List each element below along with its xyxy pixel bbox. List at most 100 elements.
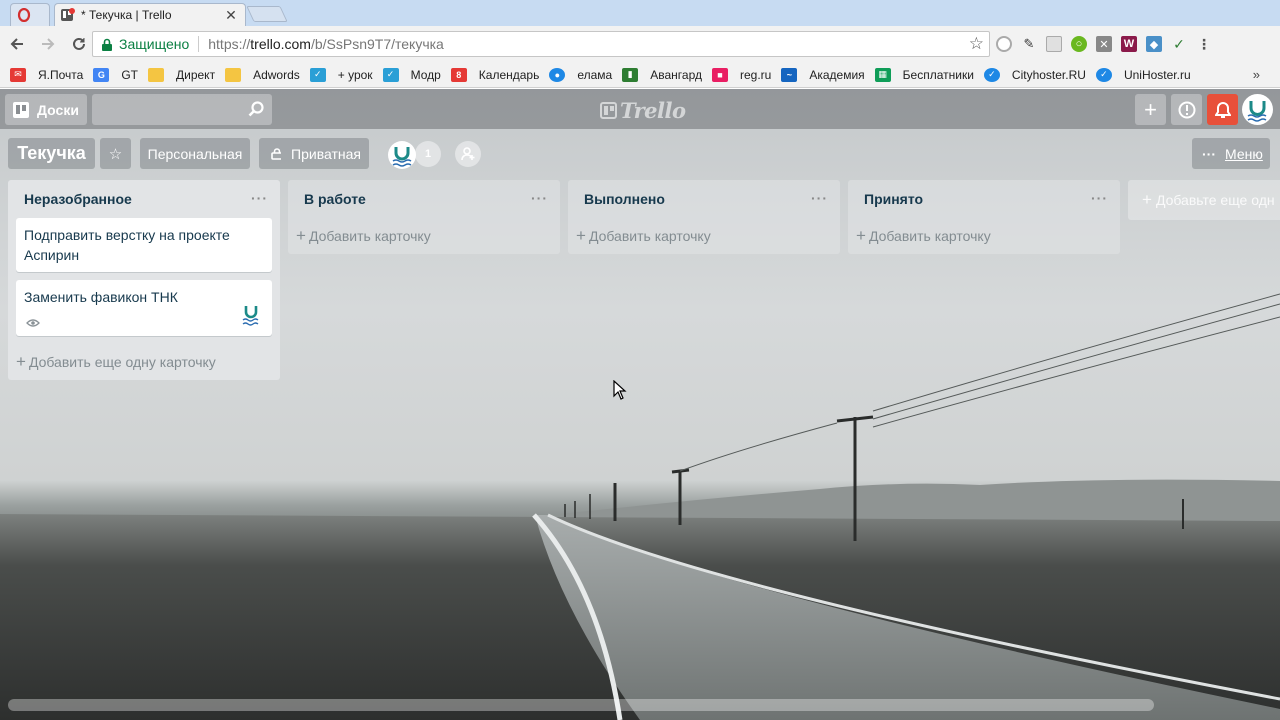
add-card-button[interactable]: + Добавить карточку bbox=[288, 218, 560, 254]
bookmark-item[interactable]: ~ Академия bbox=[781, 67, 865, 82]
notifications-button[interactable] bbox=[1207, 94, 1238, 125]
bookmark-item[interactable]: ✓ + урок bbox=[309, 67, 373, 82]
reload-icon[interactable] bbox=[65, 30, 93, 58]
extension-blue-icon[interactable]: ◆ bbox=[1146, 36, 1162, 52]
board-search-input[interactable] bbox=[92, 94, 272, 125]
member-count-badge[interactable]: 1 bbox=[415, 141, 441, 167]
board-title[interactable]: Текучка bbox=[8, 138, 95, 169]
board-menu-button[interactable]: ··· Меню bbox=[1192, 138, 1270, 169]
add-card-button[interactable]: + Добавить еще одну карточку bbox=[8, 344, 280, 380]
tab-close-icon[interactable]: ✕ bbox=[223, 7, 239, 24]
address-bar[interactable]: Защищено https://trello.com/b/SsPsn9T7/т… bbox=[92, 31, 990, 57]
list-column: Выполнено ··· + Добавить карточку bbox=[568, 180, 840, 254]
url-text: https://trello.com/b/SsPsn9T7/текучка bbox=[208, 36, 444, 52]
browser-toolbar: Защищено https://trello.com/b/SsPsn9T7/т… bbox=[0, 26, 1280, 62]
member-logo-icon bbox=[392, 147, 412, 167]
bell-icon bbox=[1214, 101, 1231, 118]
trello-header: Доски Trello + bbox=[0, 89, 1280, 129]
plus-icon: + bbox=[576, 226, 586, 245]
list-header[interactable]: Принято ··· bbox=[848, 180, 1120, 218]
browser-tab-active[interactable]: * Текучка | Trello ✕ bbox=[54, 3, 246, 26]
horizontal-scrollbar[interactable] bbox=[8, 699, 1154, 711]
boards-icon bbox=[13, 101, 30, 118]
bookmark-label: Авангард bbox=[650, 67, 702, 82]
add-card-label: Добавить карточку bbox=[868, 228, 991, 244]
info-button[interactable] bbox=[1171, 94, 1202, 125]
bookmark-label: reg.ru bbox=[739, 67, 772, 82]
bookmark-label: Бесплатники bbox=[902, 67, 974, 82]
plus-icon: + bbox=[1142, 190, 1152, 209]
visibility-button[interactable]: Приватная bbox=[259, 138, 369, 169]
new-tab-button[interactable] bbox=[246, 6, 288, 22]
extension-card-icon[interactable] bbox=[1046, 36, 1062, 52]
create-plus-button[interactable]: + bbox=[1135, 94, 1166, 125]
extension-w-icon[interactable]: W bbox=[1121, 36, 1137, 52]
extension-record-icon[interactable] bbox=[996, 36, 1012, 52]
bookmark-item[interactable]: ● елама bbox=[549, 67, 613, 82]
add-card-button[interactable]: + Добавить карточку bbox=[848, 218, 1120, 254]
bookmark-item[interactable]: ✉ Я.Почта bbox=[10, 67, 83, 82]
list-column: Принято ··· + Добавить карточку bbox=[848, 180, 1120, 254]
trello-logo[interactable]: Trello bbox=[600, 98, 686, 123]
list-header[interactable]: Выполнено ··· bbox=[568, 180, 840, 218]
list-title[interactable]: Принято bbox=[864, 191, 923, 207]
trello-logo-text: Trello bbox=[620, 98, 686, 123]
board-header: Текучка ☆ Персональная Приватная 1 ··· М… bbox=[0, 137, 1280, 169]
check-circle-icon: ✓ bbox=[1095, 67, 1112, 82]
list-title[interactable]: Неразобранное bbox=[24, 191, 132, 207]
browser-tab-pinned[interactable] bbox=[10, 3, 50, 26]
bookmark-item[interactable]: Adwords bbox=[225, 67, 300, 82]
forward-icon[interactable] bbox=[34, 30, 62, 58]
bookmark-item[interactable]: ✓ UniHoster.ru bbox=[1095, 67, 1191, 82]
bookmark-star-icon[interactable]: ☆ bbox=[969, 34, 984, 54]
bookmark-item[interactable]: ✓ Модр bbox=[382, 67, 441, 82]
bookmark-item[interactable]: ✓ Cityhoster.RU bbox=[983, 67, 1086, 82]
list-menu-icon[interactable]: ··· bbox=[251, 190, 268, 206]
extension-eyedropper-icon[interactable]: ✎ bbox=[1021, 36, 1037, 52]
add-list-button[interactable]: + Добавьте еще одн bbox=[1128, 180, 1280, 220]
omnibox-separator bbox=[198, 36, 200, 52]
browser-menu-icon[interactable]: ⋮ bbox=[1196, 36, 1212, 52]
boards-button[interactable]: Доски bbox=[5, 94, 87, 125]
bookmark-item[interactable]: ■ reg.ru bbox=[711, 67, 772, 82]
visibility-label: Приватная bbox=[291, 145, 361, 162]
card-title: Подправить верстку на проекте Аспирин bbox=[24, 227, 230, 263]
list-header[interactable]: В работе ··· bbox=[288, 180, 560, 218]
bookmark-item[interactable]: 8 Календарь bbox=[450, 67, 539, 82]
list-menu-icon[interactable]: ··· bbox=[531, 190, 548, 206]
bookmark-item[interactable]: ▦ Бесплатники bbox=[874, 67, 974, 82]
boards-label: Доски bbox=[37, 101, 79, 118]
user-avatar[interactable] bbox=[1242, 94, 1273, 125]
list-title[interactable]: Выполнено bbox=[584, 191, 665, 207]
bookmark-item[interactable]: Директ bbox=[148, 67, 216, 82]
list-menu-icon[interactable]: ··· bbox=[1091, 190, 1108, 206]
card[interactable]: Подправить верстку на проекте Аспирин bbox=[16, 218, 272, 272]
bookmark-item[interactable]: G GT bbox=[93, 67, 138, 82]
sheet-icon: ▦ bbox=[874, 67, 891, 82]
list-header[interactable]: Неразобранное ··· bbox=[8, 180, 280, 218]
list-title[interactable]: В работе bbox=[304, 191, 366, 207]
card[interactable]: Заменить фавикон ТНК bbox=[16, 280, 272, 336]
bookmark-label: Директ bbox=[176, 67, 216, 82]
star-board-button[interactable]: ☆ bbox=[100, 138, 131, 169]
extension-green-circle-icon[interactable]: ○ bbox=[1071, 36, 1087, 52]
list-menu-icon[interactable]: ··· bbox=[811, 190, 828, 206]
add-card-label: Добавить еще одну карточку bbox=[28, 354, 216, 370]
secure-label: Защищено bbox=[119, 36, 190, 52]
extension-check-icon[interactable]: ✓ bbox=[1171, 36, 1187, 52]
add-member-icon bbox=[461, 147, 475, 161]
bookmarks-bar: ✉ Я.Почта G GT Директ Adwords ✓ + урок ✓ Модр 8 Кал… bbox=[0, 62, 1280, 88]
bookmarks-overflow-icon[interactable]: » bbox=[1253, 67, 1260, 82]
bookmark-label: елама bbox=[577, 67, 613, 82]
back-icon[interactable] bbox=[3, 30, 31, 58]
add-card-button[interactable]: + Добавить карточку bbox=[568, 218, 840, 254]
calendar-icon: 8 bbox=[450, 67, 467, 82]
menu-label: Меню bbox=[1225, 145, 1263, 162]
team-button[interactable]: Персональная bbox=[140, 138, 250, 169]
board-member-avatar[interactable] bbox=[388, 141, 416, 169]
add-member-button[interactable] bbox=[455, 141, 481, 167]
bookmark-item[interactable]: ▮ Авангард bbox=[622, 67, 702, 82]
card-member-avatar[interactable] bbox=[238, 301, 264, 327]
extension-puzzle-icon[interactable]: ✕ bbox=[1096, 36, 1112, 52]
bookmark-label: + урок bbox=[337, 67, 373, 82]
